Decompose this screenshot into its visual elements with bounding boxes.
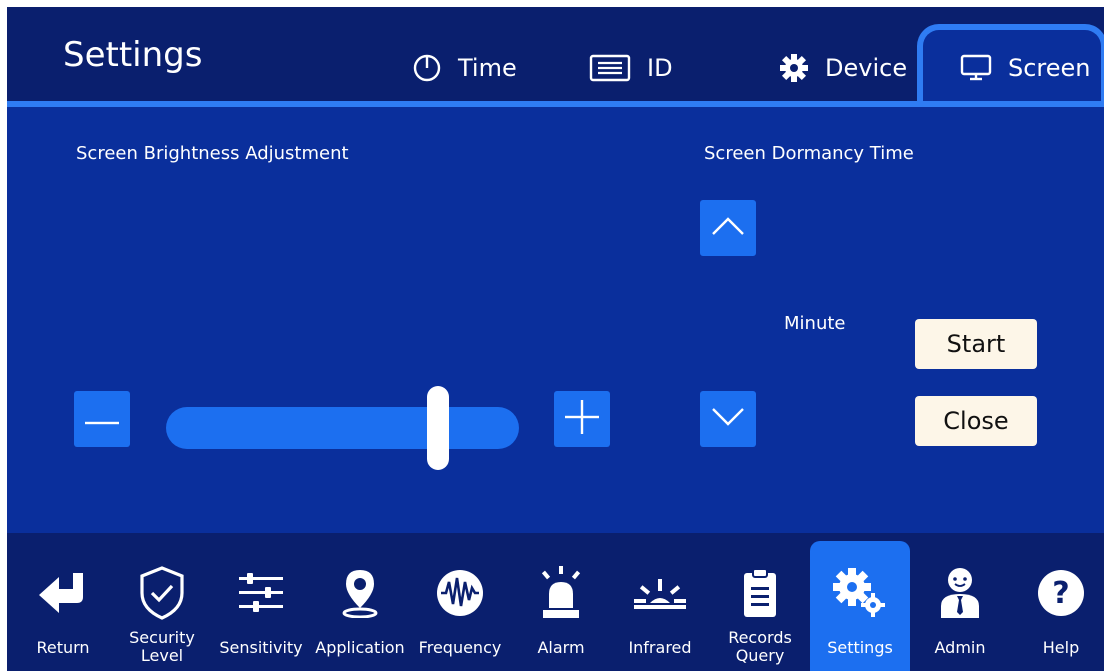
help-icon: ? xyxy=(1031,563,1091,623)
waveform-icon xyxy=(430,563,490,623)
location-pin-icon xyxy=(330,563,390,623)
nav-item-application[interactable]: Application xyxy=(310,533,410,671)
clipboard-icon xyxy=(730,563,790,623)
nav-item-label: Settings xyxy=(827,638,893,657)
plus-icon xyxy=(565,400,599,438)
nav-item-frequency[interactable]: Frequency xyxy=(410,533,510,671)
tab-time-label: Time xyxy=(458,54,517,82)
nav-item-settings[interactable]: Settings xyxy=(810,541,910,671)
brightness-label: Screen Brightness Adjustment xyxy=(76,143,349,164)
tab-id-label: ID xyxy=(647,54,673,82)
nav-item-label: Infrared xyxy=(628,638,692,657)
nav-item-label: Sensitivity xyxy=(219,638,303,657)
bottom-nav: Return Security Level Sensitivity Applic… xyxy=(7,533,1104,671)
tab-device[interactable]: Device xyxy=(779,50,907,86)
nav-item-label: Admin xyxy=(934,638,986,657)
nav-item-infrared[interactable]: Infrared xyxy=(610,533,710,671)
nav-item-label: Alarm xyxy=(537,638,585,657)
brightness-decrease-button[interactable] xyxy=(74,391,130,447)
return-arrow-icon xyxy=(33,563,93,623)
nav-item-help[interactable]: ? Help xyxy=(1011,533,1104,671)
id-card-icon xyxy=(589,54,631,82)
brightness-increase-button[interactable] xyxy=(554,391,610,447)
tab-screen-label: Screen xyxy=(1008,54,1091,82)
nav-item-label: Security Level xyxy=(129,628,195,665)
nav-item-admin[interactable]: Admin xyxy=(910,533,1010,671)
minus-icon xyxy=(85,410,119,429)
svg-text:?: ? xyxy=(1052,576,1069,611)
brightness-slider-track[interactable] xyxy=(166,407,519,449)
close-button[interactable]: Close xyxy=(915,396,1037,446)
admin-user-icon xyxy=(930,563,990,623)
screen-settings-panel: Screen Brightness Adjustment Screen Dorm… xyxy=(7,107,1104,533)
infrared-icon xyxy=(630,563,690,623)
shield-check-icon xyxy=(132,563,192,623)
tab-id[interactable]: ID xyxy=(589,50,673,86)
page-title: Settings xyxy=(63,35,203,75)
nav-item-label: Application xyxy=(315,638,405,657)
nav-item-sensitivity[interactable]: Sensitivity xyxy=(211,533,311,671)
nav-item-label: Records Query xyxy=(728,628,792,665)
chevron-down-icon xyxy=(711,407,745,431)
nav-item-return[interactable]: Return xyxy=(13,533,113,671)
clock-icon xyxy=(412,53,442,83)
tab-time[interactable]: Time xyxy=(412,50,517,86)
nav-item-label: Frequency xyxy=(418,638,502,657)
nav-item-security-level[interactable]: Security Level xyxy=(112,533,212,671)
gears-icon xyxy=(830,563,890,623)
siren-icon xyxy=(531,563,591,623)
app-window: Settings Time ID Device Screen Screen Br… xyxy=(7,7,1104,671)
dormancy-unit-label: Minute xyxy=(784,313,846,334)
dormancy-decrease-button[interactable] xyxy=(700,391,756,447)
header: Settings Time ID Device Screen xyxy=(7,7,1104,110)
nav-item-label: Return xyxy=(36,638,90,657)
dormancy-label: Screen Dormancy Time xyxy=(704,143,914,164)
monitor-icon xyxy=(960,54,992,82)
start-button[interactable]: Start xyxy=(915,319,1037,369)
tab-device-label: Device xyxy=(825,54,908,82)
chevron-up-icon xyxy=(711,216,745,240)
brightness-slider-handle[interactable] xyxy=(427,386,449,470)
nav-item-alarm[interactable]: Alarm xyxy=(511,533,611,671)
dormancy-increase-button[interactable] xyxy=(700,200,756,256)
tab-screen[interactable]: Screen xyxy=(960,50,1091,86)
gear-icon xyxy=(779,53,809,83)
nav-item-label: Help xyxy=(1042,638,1080,657)
nav-item-records-query[interactable]: Records Query xyxy=(710,533,810,671)
sliders-icon xyxy=(231,563,291,623)
